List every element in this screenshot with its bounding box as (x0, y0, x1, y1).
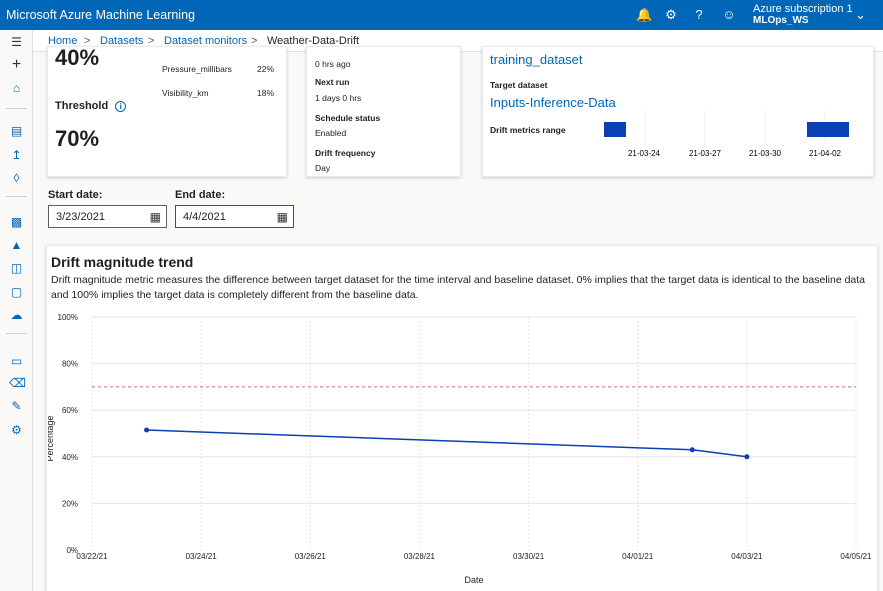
nav-divider (6, 196, 27, 197)
info-icon[interactable]: i (115, 101, 127, 112)
start-date-field[interactable]: 3/23/2021 ▦ (48, 205, 167, 228)
add-icon[interactable]: + (9, 57, 24, 73)
x-tick-label: 04/05/21 (840, 552, 872, 561)
schedule-card: 0 hrs ago Next run 1 days 0 hrs Schedule… (306, 46, 461, 177)
next-run-value: 1 days 0 hrs (315, 93, 362, 103)
threshold-value: 70% (55, 126, 100, 151)
y-tick-label: 60% (62, 406, 78, 415)
drift-data-point (689, 447, 695, 453)
drift-series-line (146, 429, 747, 458)
y-axis-title: Percentage (48, 415, 55, 461)
y-tick-label: 40% (62, 453, 78, 462)
end-date-field[interactable]: 4/4/2021 ▦ (175, 205, 294, 228)
notifications-icon[interactable]: 🔔 (636, 7, 652, 23)
data-labeling-icon[interactable]: ✎ (9, 399, 24, 414)
compute-icon[interactable]: ▭ (9, 354, 24, 369)
y-tick-label: 0% (66, 546, 78, 555)
linked-services-icon[interactable]: ⚙ (9, 423, 24, 438)
baseline-dataset-link[interactable]: training_dataset (490, 52, 583, 67)
left-nav: ☰ + ⌂ ▤ ↥ ◊ ▩ ▲ ◫ ▢ ☁ ▭ ⌫ ✎ ⚙ (0, 30, 33, 591)
y-tick-label: 80% (62, 360, 78, 369)
range-bar-end (807, 122, 849, 137)
workspace-name: MLOps_WS (753, 15, 809, 26)
target-dataset-link[interactable]: Inputs-Inference-Data (490, 95, 616, 110)
x-axis-title: Date (464, 575, 483, 585)
chart-description: Drift magnitude metric measures the diff… (51, 274, 866, 301)
models-icon[interactable]: ▢ (9, 285, 24, 300)
experiments-icon[interactable]: ▲ (9, 238, 24, 253)
app-title[interactable]: Microsoft Azure Machine Learning (6, 8, 195, 22)
gear-icon[interactable]: ⚙ (663, 7, 679, 23)
drift-percentage: 40% (55, 45, 100, 70)
feature-name: Visibility_km (162, 88, 209, 98)
endpoints-icon[interactable]: ☁ (9, 308, 24, 323)
range-bar-start (604, 122, 626, 137)
drift-range-label: Drift metrics range (490, 125, 566, 135)
designer-icon[interactable]: ◊ (9, 171, 24, 186)
x-tick-label: 04/01/21 (622, 552, 654, 561)
x-tick-label: 03/28/21 (404, 552, 436, 561)
y-tick-label: 100% (58, 313, 78, 322)
x-tick-label: 03/26/21 (295, 552, 327, 561)
drift-data-point (144, 427, 150, 433)
target-dataset-label: Target dataset (490, 80, 548, 90)
calendar-icon[interactable]: ▦ (150, 210, 161, 224)
feature-value: 22% (257, 64, 275, 74)
chart-title: Drift magnitude trend (51, 254, 194, 270)
notebooks-icon[interactable]: ▤ (9, 124, 24, 139)
nav-divider (6, 333, 27, 334)
range-tick: 21-04-02 (809, 149, 842, 158)
start-date-label: Start date: (48, 189, 103, 201)
end-date-value: 4/4/2021 (183, 211, 226, 223)
feature-value: 18% (257, 88, 275, 98)
nav-divider (6, 108, 27, 109)
next-run-label: Next run (315, 77, 350, 87)
drift-trend-chart: 03/22/21 03/24/21 03/26/21 03/28/21 03/30/21… (48, 313, 872, 585)
threshold-text: Threshold (55, 100, 109, 112)
help-icon[interactable]: ? (691, 7, 707, 23)
feedback-smiley-icon[interactable]: ☺ (721, 7, 737, 23)
schedule-status-label: Schedule status (315, 113, 381, 123)
x-tick-label: 03/24/21 (186, 552, 218, 561)
last-run-value: 0 hrs ago (315, 59, 351, 69)
end-date-label: End date: (175, 189, 226, 201)
calendar-icon[interactable]: ▦ (277, 210, 288, 224)
feature-name: Pressure_millibars (162, 64, 232, 74)
chevron-down-icon[interactable]: ⌄ (855, 7, 866, 23)
start-date-value: 3/23/2021 (56, 211, 105, 223)
datasets-icon[interactable]: ▩ (9, 215, 24, 230)
top-bar: Microsoft Azure Machine Learning 🔔 ⚙ ? ☺… (0, 0, 883, 30)
drift-range-chart: 21-03-24 21-03-27 21-03-30 21-04-02 (604, 111, 849, 158)
x-tick-label: 03/22/21 (76, 552, 108, 561)
drift-data-point (744, 454, 750, 460)
x-tick-label: 03/30/21 (513, 552, 545, 561)
main-content: 40% Pressure_millibars 22% Visibility_km… (33, 45, 883, 591)
drift-frequency-label: Drift frequency (315, 148, 376, 158)
subscription-selector[interactable]: Azure subscription 1 MLOps_WS (753, 3, 853, 27)
home-icon[interactable]: ⌂ (9, 81, 24, 96)
drift-summary-card: 40% Pressure_millibars 22% Visibility_km… (47, 45, 287, 177)
range-tick: 21-03-24 (628, 149, 661, 158)
datastores-icon[interactable]: ⌫ (9, 376, 26, 391)
pipelines-icon[interactable]: ◫ (9, 261, 24, 276)
subscription-name: Azure subscription 1 (753, 3, 853, 15)
x-tick-label: 04/03/21 (731, 552, 763, 561)
automated-ml-icon[interactable]: ↥ (9, 148, 24, 163)
threshold-label: Threshold i (55, 100, 127, 112)
datasets-card: training_dataset Target dataset Inputs-I… (482, 46, 874, 177)
schedule-status-value: Enabled (315, 128, 347, 138)
y-tick-label: 20% (62, 499, 78, 508)
drift-frequency-value: Day (315, 163, 331, 173)
range-tick: 21-03-27 (689, 149, 722, 158)
hamburger-menu-icon[interactable]: ☰ (9, 35, 24, 50)
range-tick: 21-03-30 (749, 149, 782, 158)
